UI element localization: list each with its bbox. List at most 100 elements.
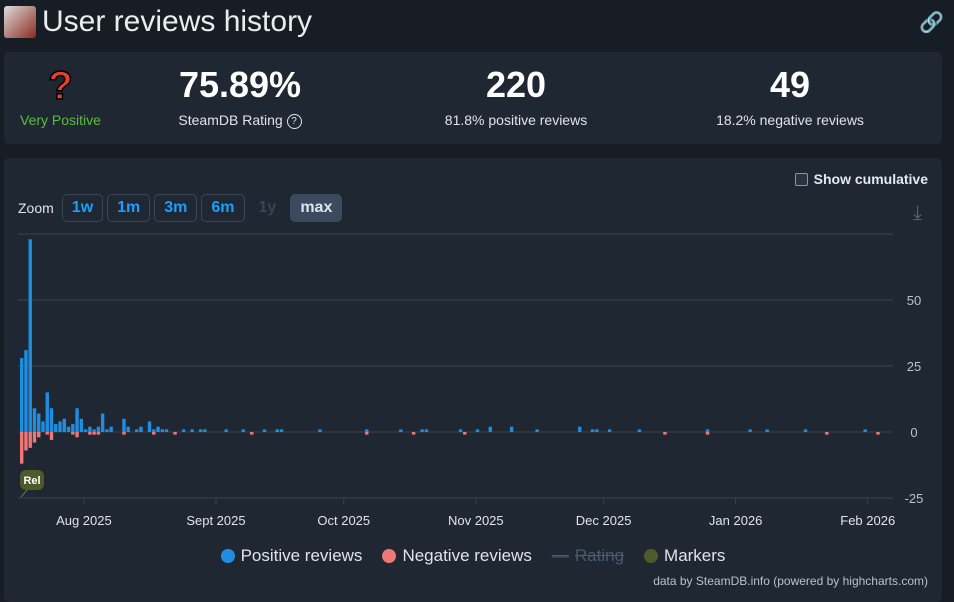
negative-bar — [92, 432, 96, 435]
positive-bar — [535, 429, 539, 432]
x-tick-label: Nov 2025 — [448, 513, 504, 528]
negative-bar — [49, 432, 54, 440]
legend-markers[interactable]: Markers — [644, 546, 725, 566]
positive-bar — [49, 408, 54, 432]
positive-bar — [45, 392, 49, 432]
legend-negative[interactable]: Negative reviews — [382, 546, 532, 566]
positive-bar — [71, 424, 75, 432]
positive-bar — [100, 413, 105, 432]
positive-bar — [79, 418, 84, 432]
x-tick-label: Sept 2025 — [186, 513, 245, 528]
negative-bar — [75, 432, 79, 438]
credit: data by SteamDB.info (powered by highcha… — [653, 574, 928, 588]
positive-bar — [160, 429, 164, 432]
negative-bar — [705, 432, 710, 435]
negative-bar — [463, 432, 467, 435]
markers-dot-icon — [644, 549, 659, 563]
positive-bar — [62, 418, 66, 432]
stats-panel: ? Very Positive 75.89% SteamDB Rating ? … — [4, 52, 942, 144]
positive-bar — [66, 426, 71, 432]
negative-bar — [250, 432, 254, 435]
positive-bar — [75, 408, 79, 432]
negative-bar — [28, 432, 32, 448]
x-tick-label: Oct 2025 — [317, 513, 370, 528]
x-tick-label: Feb 2026 — [840, 513, 895, 528]
y-tick-label: 25 — [907, 359, 921, 374]
legend-positive-label: Positive reviews — [240, 546, 363, 565]
positive-bar — [122, 418, 126, 432]
positive-bar — [105, 429, 109, 432]
positive-bar — [279, 429, 284, 432]
positive-bar — [156, 426, 160, 432]
y-tick-label: 0 — [910, 425, 917, 440]
legend-positive[interactable]: Positive reviews — [220, 546, 363, 566]
negative-bar — [173, 432, 177, 435]
x-tick-label: Dec 2025 — [576, 513, 632, 528]
positive-bar — [241, 429, 245, 432]
negative-bar — [365, 432, 369, 435]
positive-bar — [365, 429, 369, 432]
positive-bar — [803, 429, 808, 432]
positive-bar — [152, 429, 156, 432]
legend: Positive reviews Negative reviews — Ratin… — [4, 546, 942, 566]
positive-bar — [83, 429, 88, 432]
positive-bar — [275, 429, 279, 432]
positive-bar — [765, 429, 769, 432]
positive-bar — [147, 421, 152, 432]
positive-stat: 220 81.8% positive reviews — [416, 64, 616, 128]
y-tick-label: 50 — [907, 293, 921, 308]
negative-bar — [45, 432, 49, 435]
positive-bar — [748, 429, 752, 432]
rating-value: 75.89% — [178, 64, 302, 105]
positive-bar — [88, 426, 92, 432]
positive-bar — [420, 429, 424, 432]
x-tick-label: Jan 2026 — [709, 513, 763, 528]
positive-bar — [96, 426, 101, 432]
positive-bar — [190, 429, 194, 432]
positive-bar — [509, 426, 514, 432]
rating-label: SteamDB Rating — [178, 112, 283, 128]
positive-bar — [41, 421, 45, 432]
positive-bar — [32, 408, 37, 432]
marker-stem — [20, 488, 29, 498]
positive-bar — [109, 426, 113, 432]
verdict-label: Very Positive — [20, 112, 101, 128]
positive-label: 81.8% positive reviews — [444, 112, 588, 128]
positive-dot-icon — [220, 549, 235, 563]
negative-count: 49 — [769, 64, 811, 105]
positive-bar — [424, 429, 429, 432]
negative-bar — [152, 432, 156, 435]
positive-bar — [139, 426, 143, 432]
positive-bar — [705, 429, 710, 432]
positive-bar — [607, 429, 612, 432]
release-marker-label: Rel — [23, 475, 40, 487]
legend-rating-label: Rating — [574, 546, 625, 565]
line-icon: — — [551, 546, 569, 565]
header: User reviews history — [4, 4, 312, 40]
positive-bar — [399, 429, 403, 432]
positive-bar — [318, 429, 322, 432]
negative-bar — [825, 432, 829, 435]
positive-bar — [24, 350, 28, 432]
negative-bar — [37, 432, 41, 438]
negative-label: 18.2% negative reviews — [716, 112, 864, 128]
positive-bar — [37, 413, 41, 432]
positive-bar — [92, 429, 96, 432]
question-icon: ? — [48, 64, 74, 108]
positive-bar — [458, 429, 463, 432]
negative-bar — [663, 432, 667, 435]
positive-bar — [28, 239, 32, 432]
positive-count: 220 — [485, 64, 547, 105]
reviews-chart: -25 0 25 50 Aug 2025 Sept 2025 Oct 2025 Nov 202… — [18, 233, 923, 528]
negative-bar — [122, 432, 126, 435]
help-icon[interactable]: ? — [286, 113, 302, 129]
app-icon — [4, 6, 36, 38]
positive-bar — [203, 429, 207, 432]
verdict: ? Very Positive — [8, 64, 113, 128]
positive-bar — [54, 424, 58, 432]
positive-bar — [181, 429, 186, 432]
legend-rating[interactable]: — Rating — [552, 546, 624, 566]
link-icon[interactable]: 🔗 — [919, 10, 944, 35]
positive-bar — [262, 429, 267, 432]
positive-bar — [20, 358, 24, 432]
